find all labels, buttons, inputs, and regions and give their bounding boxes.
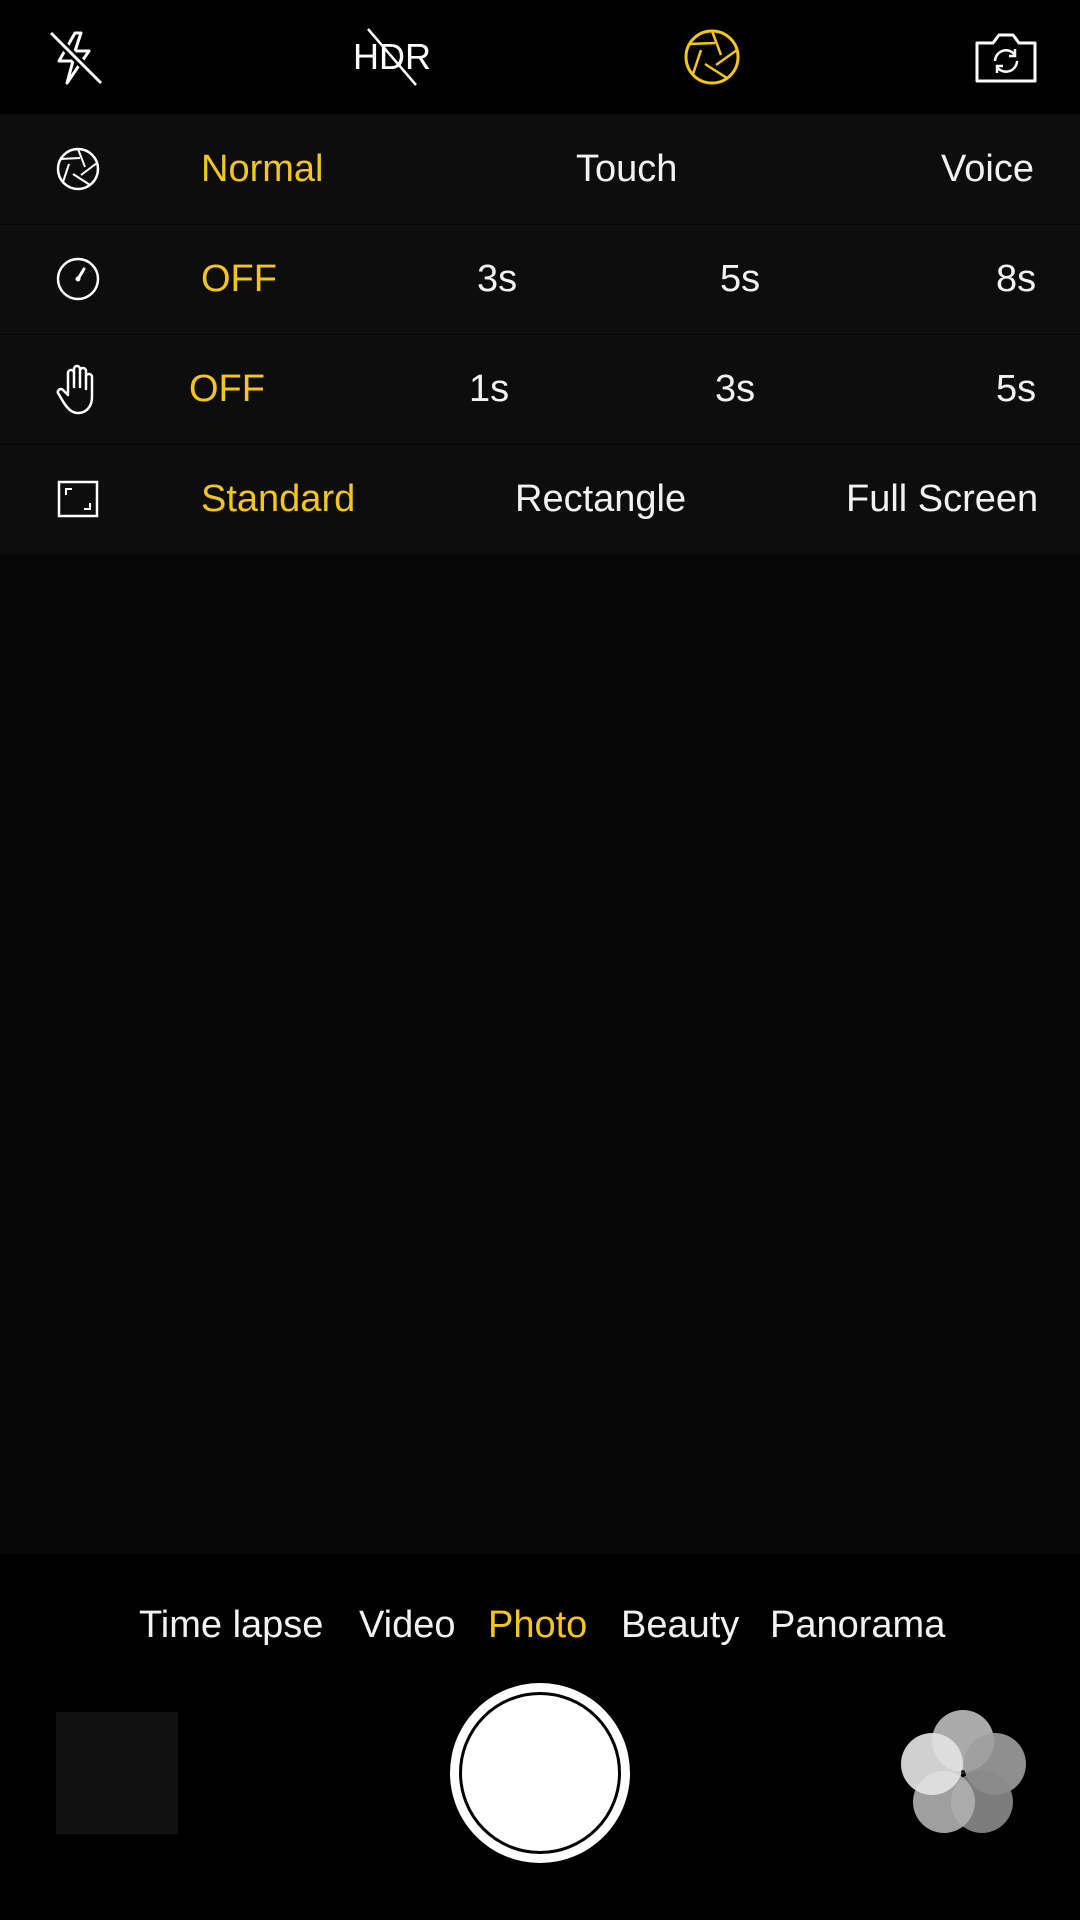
- frame-ratio-icon: [52, 471, 104, 527]
- mode-panorama[interactable]: Panorama: [770, 1590, 945, 1660]
- camera-settings-panel: Normal Touch Voice OFF 3s 5s 8s OFF 1s 3…: [0, 114, 1080, 555]
- switch-camera-icon: [975, 33, 1037, 83]
- gesture-option-3s[interactable]: 3s: [715, 334, 755, 444]
- camera-mode-selector: Time lapse Video Photo Beauty Panorama: [0, 1590, 1080, 1660]
- shutter-button[interactable]: [450, 1683, 630, 1863]
- shutter-mode-row: Normal Touch Voice: [0, 114, 1080, 225]
- aperture-mode-button[interactable]: [680, 25, 744, 89]
- ratio-option-full-screen[interactable]: Full Screen: [846, 444, 1038, 554]
- top-toolbar: HDR: [0, 0, 1080, 114]
- ratio-option-rectangle[interactable]: Rectangle: [515, 444, 686, 554]
- mode-video[interactable]: Video: [359, 1590, 456, 1660]
- gesture-option-1s[interactable]: 1s: [469, 334, 509, 444]
- ratio-option-standard[interactable]: Standard: [201, 444, 355, 554]
- aperture-icon: [52, 141, 104, 197]
- mode-photo[interactable]: Photo: [488, 1590, 587, 1660]
- shutter-option-normal[interactable]: Normal: [201, 114, 323, 224]
- aspect-ratio-row: Standard Rectangle Full Screen: [0, 444, 1080, 555]
- mode-time-lapse[interactable]: Time lapse: [139, 1590, 323, 1660]
- filters-button[interactable]: [896, 1708, 1030, 1838]
- timer-icon: [52, 251, 104, 307]
- timer-option-8s[interactable]: 8s: [996, 224, 1036, 334]
- timer-option-5s[interactable]: 5s: [720, 224, 760, 334]
- aperture-icon: [684, 29, 740, 85]
- gesture-option-5s[interactable]: 5s: [996, 334, 1036, 444]
- hdr-off-slash-icon: [367, 28, 417, 86]
- timer-option-off[interactable]: OFF: [201, 224, 277, 334]
- mode-beauty[interactable]: Beauty: [621, 1590, 739, 1660]
- hand-icon: [52, 361, 104, 417]
- camera-viewfinder[interactable]: [0, 554, 1080, 1554]
- gesture-row: OFF 1s 3s 5s: [0, 334, 1080, 445]
- timer-row: OFF 3s 5s 8s: [0, 224, 1080, 335]
- shutter-option-voice[interactable]: Voice: [941, 114, 1034, 224]
- gesture-option-off[interactable]: OFF: [189, 334, 265, 444]
- shutter-option-touch[interactable]: Touch: [576, 114, 677, 224]
- filters-icon: [901, 1710, 1026, 1833]
- flash-off-icon[interactable]: [43, 25, 107, 89]
- hdr-toggle[interactable]: HDR: [350, 25, 434, 89]
- switch-camera-button[interactable]: [972, 25, 1040, 89]
- gallery-thumbnail[interactable]: [56, 1712, 178, 1834]
- shutter-inner-ring: [459, 1692, 621, 1854]
- timer-option-3s[interactable]: 3s: [477, 224, 517, 334]
